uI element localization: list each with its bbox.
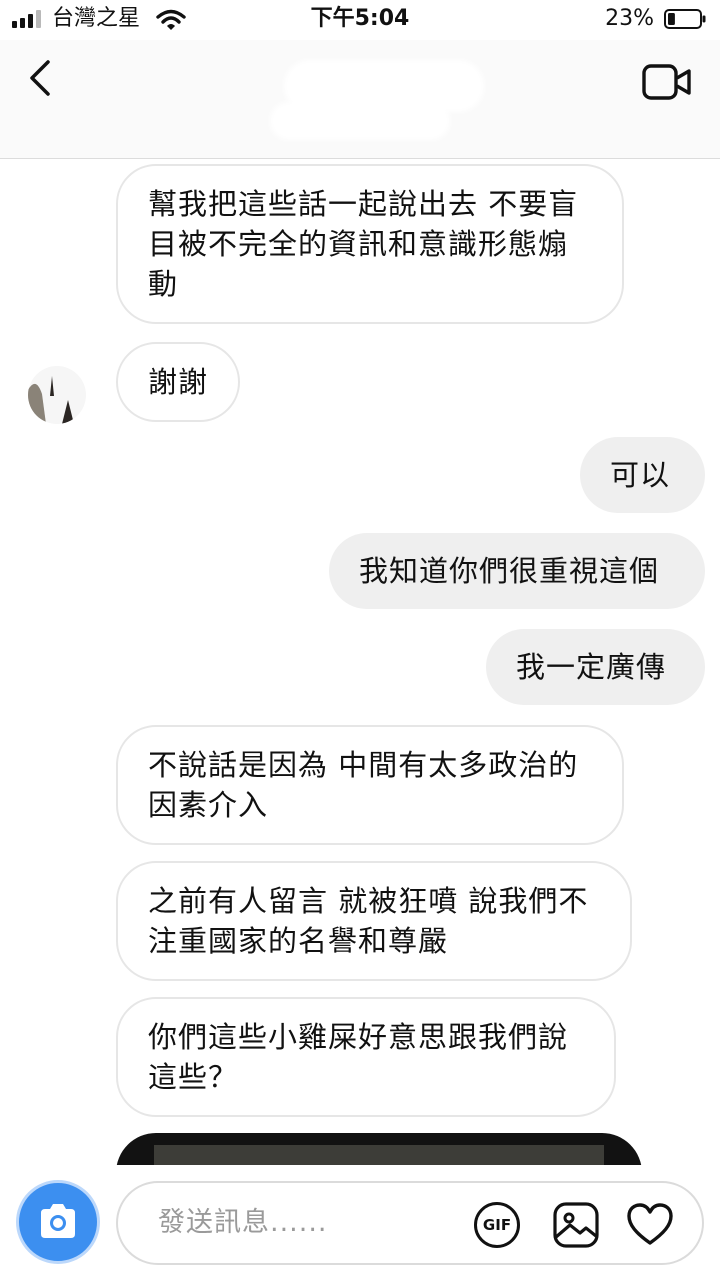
gif-button[interactable]: GIF [474,1202,520,1248]
gallery-button[interactable] [552,1201,600,1249]
conversation-header [0,40,720,159]
message-text: 幫我把這些話一起說出去 不要盲目被不完全的資訊和意識形態煽動 [148,187,579,301]
message-thread[interactable]: 幫我把這些話一起說出去 不要盲目被不完全的資訊和意識形態煽動 謝謝 可以 我知道… [0,159,720,1165]
message-bubble-outgoing[interactable]: 我一定廣傳 [486,629,705,705]
message-bubble-incoming[interactable]: 幫我把這些話一起說出去 不要盲目被不完全的資訊和意識形態煽動 [116,164,624,324]
camera-button[interactable] [16,1180,100,1264]
message-input[interactable]: 發送訊息...... GIF [116,1181,704,1265]
message-bubble-outgoing[interactable]: 可以 [580,437,705,513]
battery-icon [664,9,706,29]
camera-icon [41,1204,75,1238]
message-text: 我一定廣傳 [516,650,667,684]
avatar-image [28,366,86,424]
like-button[interactable] [626,1201,674,1249]
sender-avatar[interactable] [28,366,86,424]
message-composer: 發送訊息...... GIF [0,1165,720,1280]
media-thumbnail [154,1145,604,1165]
video-call-button[interactable] [642,62,692,102]
message-text: 我知道你們很重視這個 [359,554,660,588]
back-button[interactable] [22,58,62,98]
shared-media-preview[interactable] [116,1133,642,1165]
message-text: 謝謝 [148,365,209,399]
message-text: 不說話是因為 中間有太多政治的因素介入 [148,748,579,822]
message-bubble-outgoing[interactable]: 我知道你們很重視這個 [329,533,705,609]
status-bar: 台灣之星 下午5:04 23% [0,0,720,40]
message-text: 你們這些小雞屎好意思跟我們說這些？ [148,1020,569,1094]
message-bubble-incoming[interactable]: 你們這些小雞屎好意思跟我們說這些？ [116,997,616,1117]
message-text: 可以 [610,458,671,492]
message-input-placeholder: 發送訊息...... [158,1207,328,1238]
message-bubble-incoming[interactable]: 之前有人留言 就被狂噴 說我們不注重國家的名譽和尊嚴 [116,861,632,981]
redacted-subtitle [270,102,450,140]
battery-percent: 23% [605,6,654,31]
message-text: 之前有人留言 就被狂噴 說我們不注重國家的名譽和尊嚴 [148,884,589,958]
message-bubble-incoming[interactable]: 謝謝 [116,342,240,422]
message-bubble-incoming[interactable]: 不說話是因為 中間有太多政治的因素介入 [116,725,624,845]
